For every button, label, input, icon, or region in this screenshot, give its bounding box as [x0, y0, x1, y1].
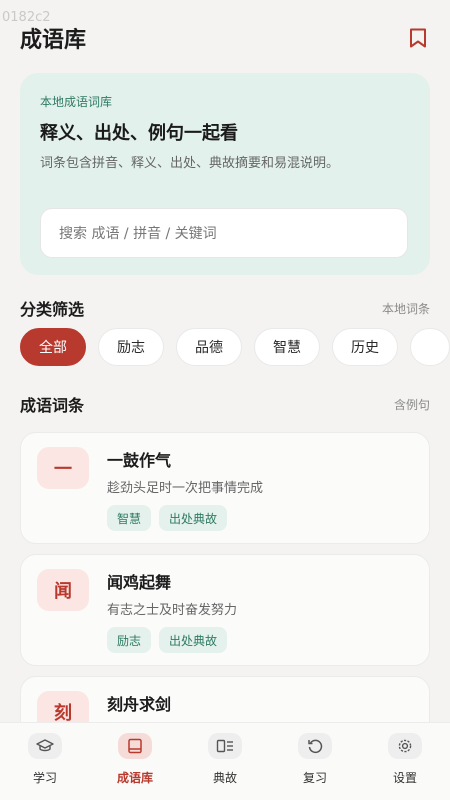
- filter-section-header: 分类筛选 本地词条: [20, 296, 430, 320]
- hero-card: 本地成语词库 释义、出处、例句一起看 词条包含拼音、释义、出处、典故摘要和易混说…: [20, 73, 430, 275]
- entry-tag: 励志: [107, 627, 152, 653]
- gear-icon: [388, 733, 422, 759]
- chip-virtue[interactable]: 品德: [176, 328, 242, 366]
- search-input[interactable]: 搜索 成语 / 拼音 / 关键词: [40, 208, 408, 258]
- tab-label: 复习: [302, 771, 327, 785]
- filter-section-title: 分类筛选: [20, 300, 85, 319]
- tab-study[interactable]: 学习: [0, 723, 90, 800]
- entries-section-header: 成语词条 含例句: [20, 392, 430, 416]
- hero-description: 词条包含拼音、释义、出处、典故摘要和易混说明。: [40, 156, 340, 171]
- hero-title: 释义、出处、例句一起看: [40, 123, 238, 144]
- entry-tags: 智慧 出处典故: [107, 505, 228, 531]
- book-icon: [118, 733, 152, 759]
- tab-label: 学习: [32, 771, 57, 785]
- entries-section-title: 成语词条: [20, 396, 85, 415]
- hero-eyebrow: 本地成语词库: [40, 95, 113, 109]
- tab-label: 成语库: [116, 771, 153, 785]
- chip-all[interactable]: 全部: [20, 328, 86, 366]
- entry-char-badge: 一: [37, 447, 89, 489]
- category-chips: 全部 励志 品德 智慧 历史: [20, 328, 450, 368]
- entry-tag: 智慧: [107, 505, 152, 531]
- entry-title: 一鼓作气: [107, 451, 172, 470]
- bookmark-button[interactable]: [406, 26, 430, 50]
- tab-label: 典故: [212, 771, 237, 785]
- entry-char-badge: 闻: [37, 569, 89, 611]
- refresh-icon: [298, 733, 332, 759]
- entry-tag: 出处典故: [159, 505, 228, 531]
- chip-history[interactable]: 历史: [332, 328, 398, 366]
- entry-tags: 励志 出处典故: [107, 627, 228, 653]
- tab-library[interactable]: 成语库: [90, 723, 180, 800]
- tab-settings[interactable]: 设置: [360, 723, 450, 800]
- chip-more[interactable]: [410, 328, 450, 366]
- entry-card[interactable]: 一 一鼓作气 趁劲头足时一次把事情完成 智慧 出处典故: [20, 432, 430, 544]
- filter-section-note: 本地词条: [381, 301, 430, 316]
- entry-title: 闻鸡起舞: [107, 573, 172, 592]
- chip-inspire[interactable]: 励志: [98, 328, 164, 366]
- entry-card[interactable]: 闻 闻鸡起舞 有志之士及时奋发努力 励志 出处典故: [20, 554, 430, 666]
- entry-description: 趁劲头足时一次把事情完成: [107, 481, 264, 496]
- page-title: 成语库: [20, 28, 87, 53]
- entry-title: 刻舟求剑: [107, 695, 172, 714]
- chip-wisdom[interactable]: 智慧: [254, 328, 320, 366]
- tab-label: 设置: [392, 771, 417, 785]
- entry-tag: 出处典故: [159, 627, 228, 653]
- entry-description: 有志之士及时奋发努力: [107, 603, 238, 618]
- entries-section-note: 含例句: [393, 397, 430, 412]
- graduation-cap-icon: [28, 733, 62, 759]
- bookmark-icon: [410, 28, 426, 48]
- tab-stories[interactable]: 典故: [180, 723, 270, 800]
- bottom-tab-bar: 学习 成语库 典故 复习 设置: [0, 722, 450, 800]
- tab-review[interactable]: 复习: [270, 723, 360, 800]
- header: 成语库: [20, 22, 430, 54]
- scroll-icon: [208, 733, 242, 759]
